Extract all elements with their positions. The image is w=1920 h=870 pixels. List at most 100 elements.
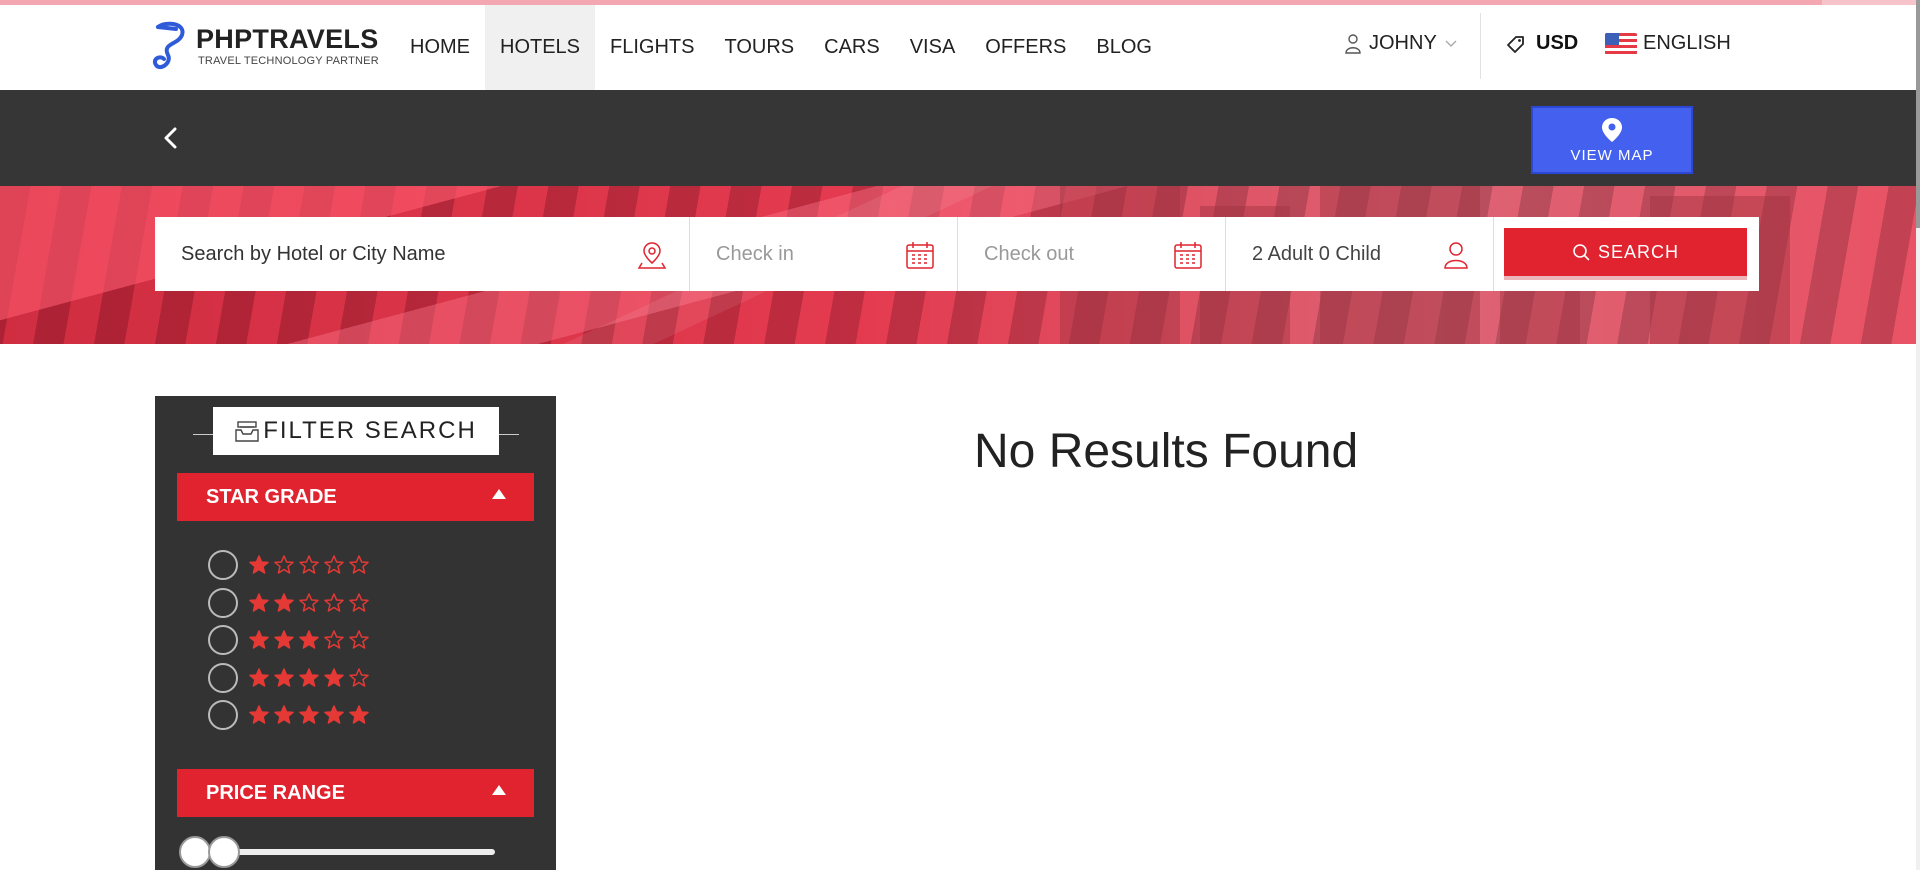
nav-tours[interactable]: TOURS bbox=[709, 5, 809, 90]
star-grade-radio[interactable] bbox=[208, 625, 238, 655]
logo-name: PHPTRAVELS bbox=[196, 24, 379, 54]
user-icon bbox=[1345, 33, 1361, 54]
collapse-arrow-icon bbox=[492, 785, 506, 795]
star-rating bbox=[248, 555, 373, 575]
star-grade-option-3[interactable] bbox=[208, 625, 373, 655]
no-results-message: No Results Found bbox=[974, 425, 1359, 478]
hotel-city-placeholder: Search by Hotel or City Name bbox=[181, 242, 446, 265]
star-filled-icon bbox=[299, 705, 319, 724]
star-filled-icon bbox=[249, 555, 269, 574]
guests-selector[interactable]: 2 Adult 0 Child bbox=[1226, 217, 1494, 291]
map-pin-icon bbox=[1602, 117, 1622, 142]
nav-cars[interactable]: CARS bbox=[809, 5, 895, 90]
star-outline-icon bbox=[349, 630, 369, 649]
collapse-arrow-icon bbox=[492, 489, 506, 499]
star-outline-icon bbox=[299, 592, 319, 612]
check-out-input[interactable]: Check out bbox=[958, 217, 1226, 291]
language-selector[interactable]: ENGLISH bbox=[1605, 32, 1731, 55]
price-min-handle[interactable] bbox=[179, 836, 211, 868]
price-range-header[interactable]: PRICE RANGE bbox=[177, 769, 534, 817]
star-grade-header[interactable]: STAR GRADE bbox=[177, 473, 534, 521]
price-max-handle[interactable] bbox=[208, 836, 240, 868]
filter-sidebar: FILTER SEARCH STAR GRADE PRICE RANGE bbox=[155, 396, 556, 870]
star-filled-icon bbox=[249, 630, 269, 649]
calendar-icon bbox=[906, 242, 934, 269]
star-filled-icon bbox=[324, 667, 344, 687]
star-outline-icon bbox=[349, 667, 369, 687]
chevron-down-icon bbox=[1445, 40, 1457, 47]
page-scrollbar[interactable] bbox=[1916, 0, 1920, 870]
nav-hotels[interactable]: HOTELS bbox=[485, 5, 596, 90]
calendar-icon bbox=[1174, 242, 1202, 269]
check-out-placeholder: Check out bbox=[984, 242, 1075, 265]
star-rating bbox=[248, 667, 373, 688]
star-outline-icon bbox=[349, 592, 369, 612]
main-nav: HOME HOTELS FLIGHTS TOURS CARS VISA OFFE… bbox=[395, 5, 1167, 90]
us-flag-icon bbox=[1605, 32, 1637, 55]
filter-search-label: FILTER SEARCH bbox=[263, 417, 477, 444]
star-grade-option-1[interactable] bbox=[208, 550, 373, 580]
star-filled-icon bbox=[324, 705, 344, 724]
language-label: ENGLISH bbox=[1643, 32, 1731, 54]
site-header: PHPTRAVELS TRAVEL TECHNOLOGY PARTNER HOM… bbox=[0, 5, 1916, 90]
tag-icon bbox=[1507, 35, 1524, 53]
star-grade-option-5[interactable] bbox=[208, 700, 373, 730]
header-divider bbox=[1480, 13, 1481, 79]
hotel-city-input[interactable]: Search by Hotel or City Name bbox=[155, 217, 690, 291]
star-rating bbox=[248, 592, 373, 613]
star-outline-icon bbox=[324, 630, 344, 649]
search-button-label: SEARCH bbox=[1597, 241, 1679, 262]
star-outline-icon bbox=[324, 592, 344, 612]
currency-selector[interactable]: USD bbox=[1506, 32, 1578, 55]
star-outline-icon bbox=[349, 555, 369, 574]
user-name: JOHNY bbox=[1369, 32, 1437, 54]
back-arrow-icon[interactable] bbox=[160, 125, 182, 151]
star-grade-radio[interactable] bbox=[208, 662, 238, 693]
logo-tagline: TRAVEL TECHNOLOGY PARTNER bbox=[198, 55, 379, 67]
person-icon bbox=[1444, 242, 1468, 269]
hotel-search-form: Search by Hotel or City Name Check in Ch… bbox=[155, 217, 1759, 291]
view-map-button[interactable]: VIEW MAP bbox=[1531, 106, 1693, 174]
star-filled-icon bbox=[249, 705, 269, 724]
nav-offers[interactable]: OFFERS bbox=[970, 5, 1081, 90]
nav-visa[interactable]: VISA bbox=[895, 5, 971, 90]
star-grade-radio[interactable] bbox=[208, 550, 238, 580]
inbox-icon bbox=[235, 421, 259, 442]
star-grade-radio[interactable] bbox=[208, 700, 238, 730]
search-button[interactable]: SEARCH bbox=[1504, 228, 1747, 280]
star-filled-icon bbox=[299, 667, 319, 687]
star-outline-icon bbox=[324, 555, 344, 574]
star-filled-icon bbox=[274, 630, 294, 649]
logo[interactable]: PHPTRAVELS TRAVEL TECHNOLOGY PARTNER bbox=[152, 21, 382, 73]
guests-value: 2 Adult 0 Child bbox=[1252, 242, 1381, 265]
user-menu[interactable]: JOHNY bbox=[1345, 32, 1465, 55]
star-filled-icon bbox=[249, 592, 269, 612]
check-in-input[interactable]: Check in bbox=[690, 217, 958, 291]
nav-flights[interactable]: FLIGHTS bbox=[595, 5, 709, 90]
logo-icon bbox=[153, 21, 185, 70]
currency-label: USD bbox=[1536, 32, 1579, 54]
star-rating bbox=[248, 630, 373, 650]
nav-home[interactable]: HOME bbox=[395, 5, 485, 90]
nav-blog[interactable]: BLOG bbox=[1081, 5, 1167, 90]
filter-search-title: FILTER SEARCH bbox=[213, 407, 499, 455]
star-filled-icon bbox=[249, 667, 269, 687]
check-in-placeholder: Check in bbox=[716, 242, 794, 265]
view-map-label: VIEW MAP bbox=[1570, 146, 1654, 164]
star-grade-radio[interactable] bbox=[208, 587, 238, 618]
page-toolbar: VIEW MAP bbox=[0, 90, 1916, 186]
star-filled-icon bbox=[274, 667, 294, 687]
star-grade-option-4[interactable] bbox=[208, 662, 373, 693]
filter-title-line-right bbox=[499, 434, 519, 435]
star-rating bbox=[248, 705, 373, 725]
filter-title-line-left bbox=[193, 434, 213, 435]
star-filled-icon bbox=[274, 592, 294, 612]
star-filled-icon bbox=[274, 705, 294, 724]
star-filled-icon bbox=[349, 705, 369, 724]
price-range-label: PRICE RANGE bbox=[206, 781, 345, 804]
star-grade-option-2[interactable] bbox=[208, 587, 373, 618]
search-icon bbox=[1573, 244, 1590, 261]
location-pin-icon bbox=[637, 242, 667, 269]
star-filled-icon bbox=[299, 630, 319, 649]
star-grade-label: STAR GRADE bbox=[206, 485, 337, 508]
